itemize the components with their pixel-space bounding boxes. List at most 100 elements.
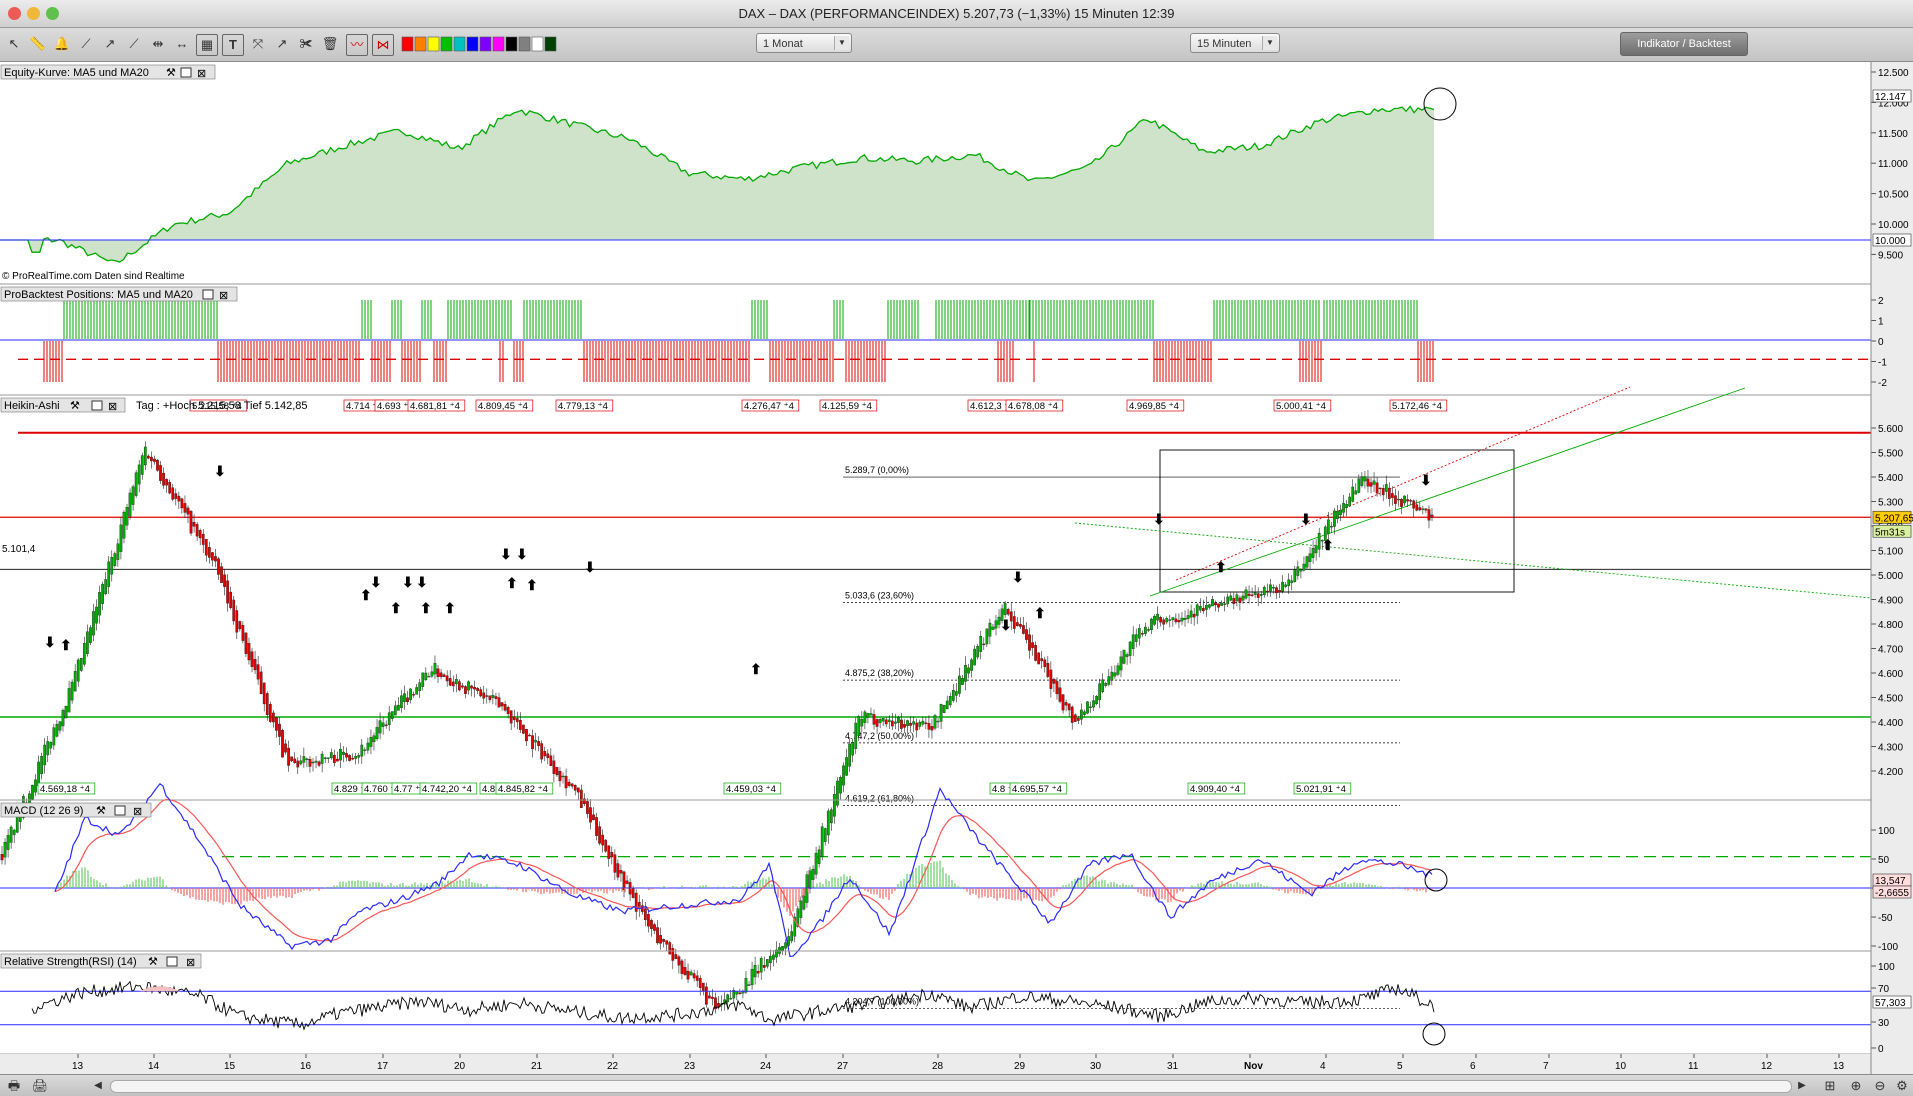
heikin-ashi-candle bbox=[1424, 508, 1428, 511]
swing-high-label: 4.678,08 ⁺4 bbox=[1008, 401, 1058, 412]
heikin-ashi-candle bbox=[1012, 616, 1016, 629]
heikin-ashi-candle bbox=[1080, 709, 1083, 720]
heikin-ashi-candle bbox=[439, 672, 443, 677]
rsi-panel-title: Relative Strength(RSI) (14) bbox=[4, 956, 137, 968]
heikin-ashi-candle bbox=[836, 780, 839, 806]
wrench-icon[interactable]: ⚒ bbox=[148, 956, 158, 968]
heikin-ashi-candle bbox=[613, 854, 617, 873]
price-panel-title: Heikin-Ashi bbox=[4, 400, 60, 412]
zoom-in-icon[interactable]: ⊕ bbox=[1846, 1076, 1866, 1096]
heikin-ashi-candle bbox=[1418, 507, 1422, 511]
buy-arrow-icon: ⬆ bbox=[360, 587, 372, 603]
ray-tool-icon[interactable]: ↗ bbox=[100, 34, 120, 54]
heikin-ashi-candle bbox=[174, 493, 178, 499]
heikin-ashi-candle bbox=[765, 959, 769, 967]
heikin-ashi-candle bbox=[214, 556, 217, 562]
heikin-ashi-candle bbox=[543, 751, 547, 757]
heikin-ashi-candle bbox=[1330, 526, 1333, 528]
wrench-icon[interactable]: ⚒ bbox=[96, 805, 106, 817]
palette-swatch bbox=[518, 36, 531, 52]
maximize-icon[interactable] bbox=[202, 289, 214, 300]
heikin-ashi-candle bbox=[406, 697, 409, 703]
heikin-ashi-candle bbox=[363, 749, 367, 751]
heikin-ashi-candle bbox=[464, 686, 467, 694]
scroll-left-icon[interactable]: ◀ bbox=[88, 1076, 108, 1096]
print-icon[interactable]: 🖶 bbox=[4, 1076, 24, 1096]
period-select[interactable]: 1 Monat ▼ bbox=[756, 33, 852, 53]
alarm-icon[interactable]: 🔔 bbox=[52, 34, 72, 54]
heikin-ashi-candle bbox=[525, 729, 528, 742]
close-icon[interactable]: ⊠ bbox=[219, 290, 228, 302]
heikin-ashi-candle bbox=[458, 681, 461, 691]
heikin-ashi-candle bbox=[1098, 683, 1102, 701]
chart-area[interactable]: 12.50012.00011.50011.00010.50010.0009.50… bbox=[0, 62, 1913, 1074]
trend-tool-icon[interactable]: ⟋ bbox=[124, 34, 144, 54]
heikin-ashi-candle bbox=[217, 558, 220, 575]
scroll-right-icon[interactable]: ▶ bbox=[1792, 1076, 1812, 1096]
heikin-ashi-candle bbox=[412, 694, 415, 696]
maximize-icon[interactable] bbox=[166, 956, 178, 967]
maximize-icon[interactable] bbox=[114, 805, 126, 816]
maximize-icon[interactable] bbox=[91, 400, 103, 411]
heikin-ashi-candle bbox=[445, 675, 449, 682]
wrench-icon[interactable]: ⚒ bbox=[166, 67, 176, 79]
heikin-ashi-candle bbox=[284, 743, 287, 753]
equity-axis-tick-label: 10.000 bbox=[1878, 220, 1909, 231]
heikin-ashi-candle bbox=[1287, 579, 1291, 586]
positions-axis-tick-label: -1 bbox=[1878, 358, 1887, 369]
indicator-backtest-button[interactable]: Indikator / Backtest bbox=[1620, 32, 1748, 56]
chart-type-icon[interactable]: 〰 bbox=[346, 34, 368, 56]
close-icon[interactable]: ⊠ bbox=[133, 806, 142, 818]
heikin-ashi-candle bbox=[241, 624, 245, 641]
text-tool-icon[interactable]: T bbox=[222, 34, 244, 56]
heikin-ashi-candle bbox=[573, 784, 577, 791]
tools-icon[interactable]: ✀ bbox=[296, 34, 316, 54]
heikin-ashi-candle bbox=[866, 713, 870, 718]
zoom-reset-icon[interactable]: ⊞ bbox=[1820, 1076, 1840, 1096]
equity-value-badge: 12.147 bbox=[1875, 92, 1906, 103]
backtest-icon[interactable]: ⋈ bbox=[372, 34, 394, 56]
heikin-ashi-candle bbox=[326, 757, 330, 759]
heikin-ashi-candle bbox=[1354, 490, 1358, 495]
heikin-ashi-candle bbox=[506, 707, 510, 714]
heikin-ashi-candle bbox=[668, 942, 672, 955]
title-bar: DAX – DAX (PERFORMANCEINDEX) 5.207,73 (−… bbox=[0, 0, 1913, 28]
heikin-ashi-candle bbox=[253, 659, 257, 671]
heikin-ashi-candle bbox=[293, 758, 297, 764]
palette-swatch bbox=[466, 36, 479, 52]
horizontal-scrollbar[interactable] bbox=[110, 1080, 1792, 1093]
heikin-ashi-candle bbox=[610, 852, 614, 858]
interval-select[interactable]: 15 Minuten ▼ bbox=[1190, 33, 1280, 53]
close-icon[interactable]: ⊠ bbox=[108, 401, 117, 413]
heikin-ashi-candle bbox=[244, 632, 248, 654]
heikin-ashi-candle bbox=[558, 770, 562, 782]
channel-tool-icon[interactable]: ▦ bbox=[196, 34, 218, 56]
color-palette[interactable] bbox=[400, 33, 570, 55]
heikin-ashi-candle bbox=[1113, 672, 1117, 677]
heikin-ashi-candle bbox=[750, 968, 754, 986]
line-tool-icon[interactable]: ⟋ bbox=[76, 34, 96, 54]
close-icon[interactable]: ⊠ bbox=[197, 68, 206, 80]
arrow-tool-icon[interactable]: ↗ bbox=[272, 34, 292, 54]
heikin-ashi-candle bbox=[1150, 618, 1153, 631]
close-icon[interactable]: ⊠ bbox=[186, 957, 195, 969]
gear-icon[interactable]: ⚙ bbox=[1892, 1076, 1912, 1096]
maximize-icon[interactable] bbox=[180, 67, 192, 78]
heikin-ashi-candle bbox=[698, 978, 702, 988]
export-icon[interactable]: 🖨 bbox=[30, 1076, 50, 1096]
heikin-ashi-candle bbox=[119, 524, 123, 552]
ruler-icon[interactable]: 📏 bbox=[28, 34, 48, 54]
wrench-icon[interactable]: ⚒ bbox=[70, 400, 80, 412]
heikin-ashi-candle bbox=[1006, 608, 1010, 615]
cursor-icon[interactable]: ↖ bbox=[4, 34, 24, 54]
heikin-ashi-candle bbox=[162, 472, 165, 486]
zoom-out-icon[interactable]: ⊖ bbox=[1870, 1076, 1890, 1096]
vertical-line-icon[interactable]: ↔ bbox=[172, 34, 192, 54]
fibonacci-icon[interactable]: ⤧ bbox=[248, 34, 268, 54]
trash-icon[interactable]: 🗑 bbox=[320, 34, 340, 54]
x-axis-tick-label: 7 bbox=[1543, 1061, 1549, 1072]
horizontal-line-icon[interactable]: ⇹ bbox=[148, 34, 168, 54]
equity-panel-title: Equity-Kurve: MA5 und MA20 bbox=[4, 67, 149, 79]
heikin-ashi-candle bbox=[500, 702, 504, 707]
heikin-ashi-candle bbox=[799, 900, 803, 918]
